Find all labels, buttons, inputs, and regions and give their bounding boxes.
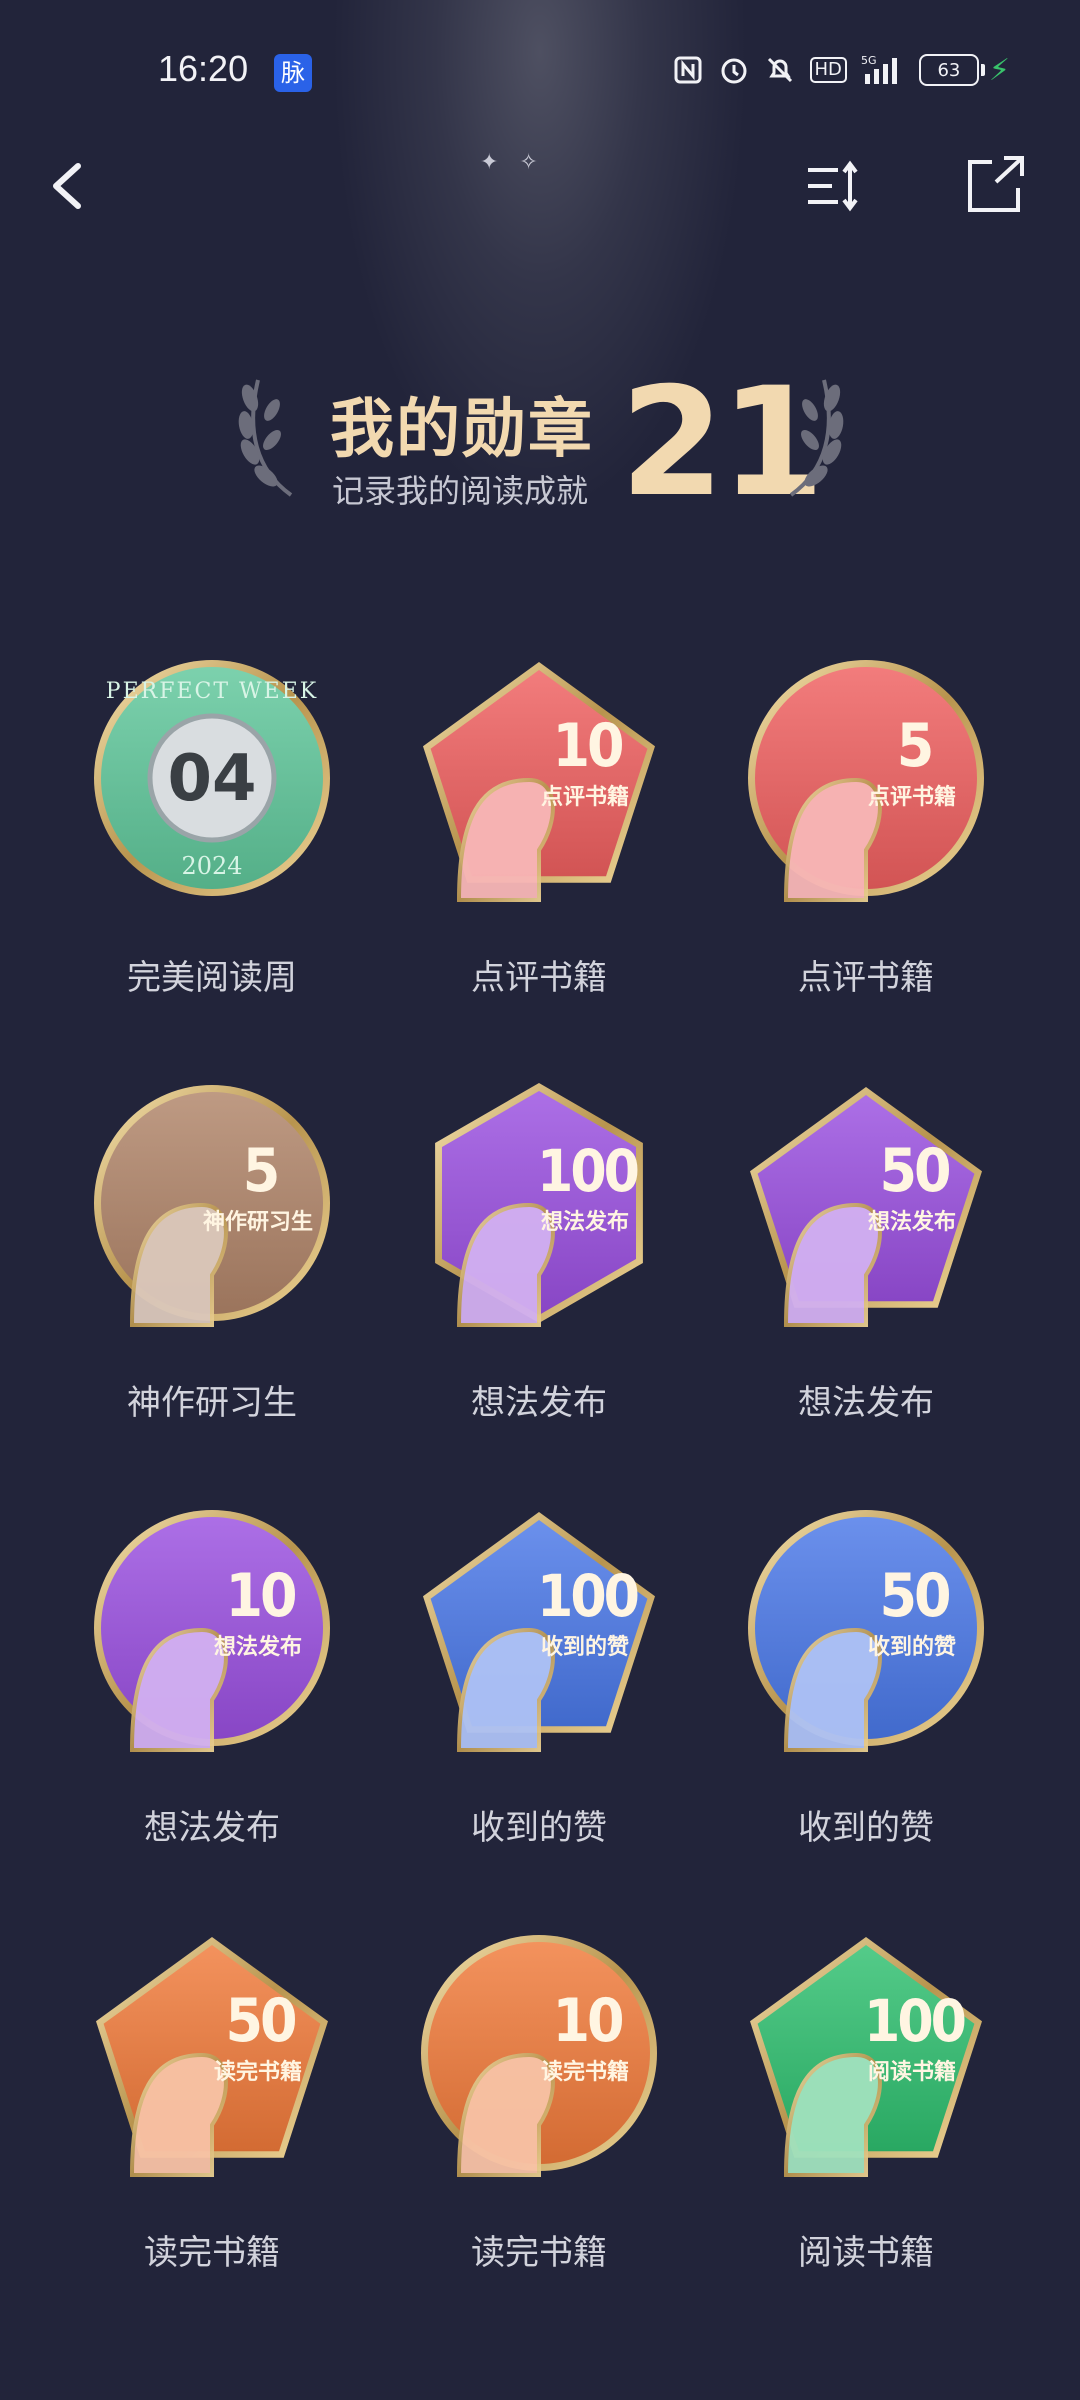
thumbs-up-icon: 100 收到的赞	[423, 1512, 655, 1752]
battery-indicator: 63 ⚡	[918, 52, 1010, 88]
badge-label: 点评书籍	[471, 958, 607, 998]
svg-text:想法发布: 想法发布	[868, 1209, 956, 1235]
book-stack-icon: 10 读完书籍	[421, 1935, 657, 2177]
thumbs-up-icon: 50 收到的赞	[748, 1510, 984, 1752]
badge-item[interactable]: 04 PERFECT WEEK 2024 完美阅读周	[52, 650, 372, 1010]
badge-item[interactable]: 10 点评书籍 点评书籍	[379, 650, 699, 1010]
book-stack-icon: 50 读完书籍	[96, 1937, 328, 2177]
badge-label: 收到的赞	[471, 1808, 607, 1848]
scroll-icon: 100 阅读书籍	[750, 1937, 982, 2177]
battery-level: 63	[918, 54, 979, 86]
apple-heart-icon: 5 点评书籍	[748, 660, 984, 902]
svg-text:100: 100	[537, 1562, 638, 1630]
top-bar	[0, 140, 1080, 240]
head-profile-icon: 100 想法发布	[435, 1083, 643, 1327]
badge-label: 想法发布	[798, 1383, 934, 1423]
head-profile-icon: 50 想法发布	[750, 1087, 982, 1327]
badge-label: 读完书籍	[471, 2233, 607, 2273]
status-time: 16:20	[158, 48, 249, 89]
badge-label: 读完书籍	[144, 2233, 280, 2273]
status-bar: 16:20 脉 HD 5G 63 ⚡	[0, 0, 1080, 140]
svg-text:收到的赞: 收到的赞	[868, 1634, 956, 1660]
svg-text:10: 10	[552, 1986, 622, 2056]
svg-text:50: 50	[225, 1986, 295, 2056]
svg-text:点评书籍: 点评书籍	[541, 784, 629, 810]
svg-text:读完书籍: 读完书籍	[214, 2059, 302, 2085]
hd-voice-icon: HD	[809, 57, 847, 83]
signal-icon: 5G	[861, 54, 905, 86]
svg-text:PERFECT WEEK: PERFECT WEEK	[106, 679, 318, 704]
svg-text:想法发布: 想法发布	[541, 1209, 629, 1235]
crown-icon: 5 神作研习生	[94, 1085, 330, 1327]
back-button[interactable]	[40, 156, 100, 216]
charging-icon: ⚡	[988, 52, 1010, 88]
badge-item[interactable]: 50 读完书籍 读完书籍	[52, 1925, 372, 2285]
sparkle-decoration: ✦ ✧	[480, 150, 538, 175]
page-title: 我的勋章	[330, 393, 594, 467]
svg-text:100: 100	[537, 1137, 638, 1205]
svg-text:5: 5	[897, 711, 932, 781]
badge-item[interactable]: 10 想法发布 想法发布	[52, 1500, 372, 1860]
svg-text:收到的赞: 收到的赞	[541, 1634, 629, 1660]
svg-text:10: 10	[225, 1561, 295, 1631]
badge-item[interactable]: 50 想法发布 想法发布	[706, 1075, 1026, 1435]
head-profile-icon: 10 想法发布	[94, 1510, 330, 1752]
badge-label: 点评书籍	[798, 958, 934, 998]
share-button[interactable]	[962, 156, 1032, 216]
app-notification-badge: 脉	[274, 54, 312, 92]
badge-item[interactable]: 5 神作研习生 神作研习生	[52, 1075, 372, 1435]
medal-summary: 我的勋章 记录我的阅读成就 21	[0, 356, 1080, 530]
svg-text:100: 100	[864, 1987, 965, 2055]
badge-item[interactable]: 50 收到的赞 收到的赞	[706, 1500, 1026, 1860]
svg-text:2024: 2024	[181, 852, 242, 880]
badge-item[interactable]: 5 点评书籍 点评书籍	[706, 650, 1026, 1010]
badge-label: 想法发布	[471, 1383, 607, 1423]
badge-label: 完美阅读周	[127, 958, 297, 998]
sort-button[interactable]	[800, 156, 870, 216]
share-icon	[968, 156, 1024, 212]
mute-bell-icon	[764, 54, 796, 86]
svg-text:想法发布: 想法发布	[214, 1634, 302, 1660]
perfect-week-medal-icon: 04 PERFECT WEEK 2024	[94, 660, 330, 896]
laurel-right-icon	[789, 379, 844, 497]
svg-text:阅读书籍: 阅读书籍	[868, 2059, 956, 2085]
sort-icon	[808, 160, 858, 212]
svg-text:5: 5	[243, 1136, 278, 1206]
svg-text:50: 50	[879, 1136, 949, 1206]
svg-text:5G: 5G	[861, 54, 877, 67]
svg-text:04: 04	[167, 742, 256, 816]
badge-label: 收到的赞	[798, 1808, 934, 1848]
svg-text:读完书籍: 读完书籍	[541, 2059, 629, 2085]
nfc-icon	[672, 54, 704, 86]
badge-label: 阅读书籍	[798, 2233, 934, 2273]
badge-label: 想法发布	[144, 1808, 280, 1848]
apple-heart-icon: 10 点评书籍	[423, 662, 655, 902]
alarm-icon	[718, 54, 750, 86]
page-subtitle: 记录我的阅读成就	[332, 472, 589, 510]
laurel-left-icon	[238, 379, 293, 497]
status-icons: HD 5G 63 ⚡	[672, 50, 1010, 90]
badge-item[interactable]: 100 收到的赞 收到的赞	[379, 1500, 699, 1860]
badge-item[interactable]: 100 想法发布 想法发布	[379, 1075, 699, 1435]
badge-label: 神作研习生	[127, 1383, 297, 1423]
svg-text:10: 10	[552, 711, 622, 781]
svg-text:点评书籍: 点评书籍	[868, 784, 956, 810]
badge-item[interactable]: 10 读完书籍 读完书籍	[379, 1925, 699, 2285]
svg-text:50: 50	[879, 1561, 949, 1631]
back-arrow-icon	[53, 163, 81, 209]
badge-item[interactable]: 100 阅读书籍 阅读书籍	[706, 1925, 1026, 2285]
svg-text:神作研习生: 神作研习生	[203, 1209, 313, 1235]
